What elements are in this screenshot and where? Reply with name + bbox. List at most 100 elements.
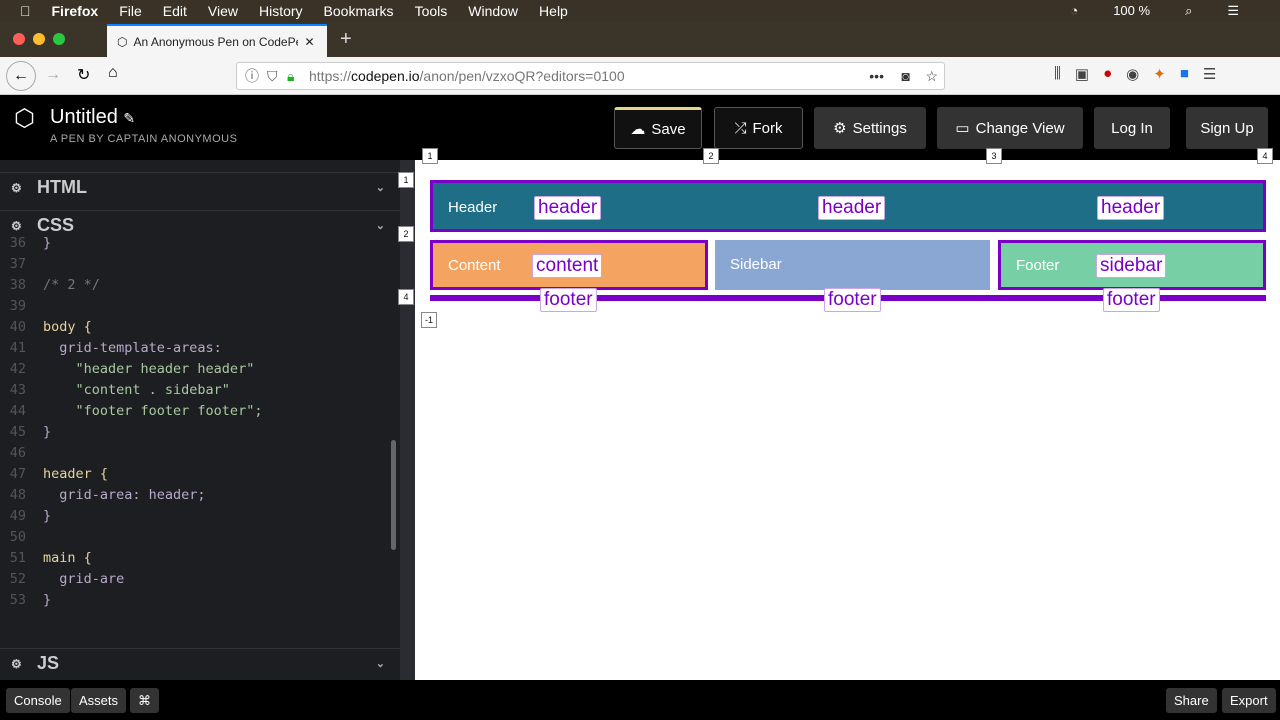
search-icon[interactable]: ⌕ [1185, 3, 1192, 19]
chevron-down-icon[interactable]: ⌄ [376, 657, 385, 670]
sidebar-icon[interactable]: ▣ [1075, 65, 1089, 83]
browser-tab[interactable]: ⬡ An Anonymous Pen on CodePen ✕ [107, 24, 327, 57]
menu-file[interactable]: File [119, 3, 142, 19]
shield-icon[interactable]: ⛉ [267, 68, 278, 85]
gear-icon[interactable]: ⚙ [11, 181, 22, 195]
grid-line-number: 3 [986, 148, 1002, 164]
code-text: main { [43, 550, 92, 566]
html-pane-header[interactable]: ⚙ HTML ⌄ [0, 172, 400, 202]
code-line[interactable]: 46 [0, 443, 400, 464]
menu-tools[interactable]: Tools [415, 3, 448, 19]
extension-icon[interactable]: ● [1103, 65, 1112, 83]
line-number: 41 [9, 340, 26, 356]
star-icon[interactable]: ☆ [925, 68, 938, 85]
console-button[interactable]: Console [6, 688, 70, 713]
code-line[interactable]: 44 "footer footer footer"; [0, 401, 400, 422]
save-button[interactable]: ☁ Save [614, 107, 702, 149]
code-line[interactable]: 40 body { [0, 317, 400, 338]
menu-app[interactable]: Firefox [52, 3, 99, 19]
view-icon: ▭ [955, 120, 970, 137]
export-button[interactable]: Export [1222, 688, 1276, 713]
menu-window[interactable]: Window [468, 3, 518, 19]
gear-icon[interactable]: ⚙ [11, 219, 22, 233]
code-text: "footer footer footer"; [43, 403, 263, 419]
code-line[interactable]: 49} [0, 506, 400, 527]
code-line[interactable]: 51 main { [0, 548, 400, 569]
pencil-icon[interactable]: ✎ [123, 110, 135, 126]
hamburger-menu-icon[interactable]: ☰ [1203, 65, 1216, 83]
signup-button[interactable]: Sign Up [1186, 107, 1268, 149]
code-line[interactable]: 42 "header header header" [0, 359, 400, 380]
close-tab-icon[interactable]: ✕ [304, 35, 314, 49]
line-number: 42 [9, 361, 26, 377]
battery-text[interactable]: 100 % [1113, 3, 1150, 19]
line-number: 52 [9, 571, 26, 587]
back-button[interactable]: ← [6, 61, 36, 91]
minimize-window-button[interactable] [33, 33, 45, 45]
apple-icon[interactable]:  [20, 3, 31, 19]
info-icon[interactable]: ⓘ [245, 66, 259, 86]
close-window-button[interactable] [13, 33, 25, 45]
area-label: footer [824, 288, 881, 312]
tab-title: An Anonymous Pen on CodePen [133, 34, 299, 49]
code-line[interactable]: 50 [0, 527, 400, 548]
editor-scrollbar[interactable] [391, 440, 396, 550]
codepen-logo-icon[interactable]: ⬡ [14, 104, 35, 133]
menu-history[interactable]: History [259, 3, 303, 19]
home-button[interactable]: ⌂ [108, 64, 118, 82]
menu-help[interactable]: Help [539, 3, 568, 19]
wifi-icon[interactable]: ◔ [1070, 3, 1078, 19]
code-line[interactable]: 37 [0, 254, 400, 275]
grid-line-number: 2 [398, 226, 414, 242]
code-line[interactable]: 43 "content . sidebar" [0, 380, 400, 401]
reload-button[interactable]: ↻ [77, 65, 90, 85]
menu-bookmarks[interactable]: Bookmarks [324, 3, 394, 19]
js-pane-header[interactable]: ⚙ JS ⌄ [0, 648, 400, 678]
list-icon[interactable]: ☰ [1227, 3, 1239, 19]
area-label: content [532, 254, 603, 278]
shortcuts-button[interactable]: ⌘ [130, 688, 159, 713]
menu-view[interactable]: View [208, 3, 238, 19]
settings-button[interactable]: ⚙ Settings [814, 107, 926, 149]
chevron-down-icon[interactable]: ⌄ [376, 181, 385, 194]
change-view-button[interactable]: ▭ Change View [937, 107, 1083, 149]
grid-line-number: 4 [1257, 148, 1273, 164]
code-line[interactable]: 39 [0, 296, 400, 317]
extension-icon[interactable]: ■ [1180, 65, 1189, 83]
bottom-bar [0, 680, 1280, 720]
zoom-window-button[interactable] [53, 33, 65, 45]
line-number: 38 [9, 277, 26, 293]
line-number: 37 [9, 256, 26, 272]
extension-icon[interactable]: ✦ [1153, 65, 1166, 83]
fork-button[interactable]: ⤮ Fork [714, 107, 803, 149]
url-bar[interactable]: ⓘ ⛉ 🔒︎ https://codepen.io/anon/pen/vzxoQ… [236, 62, 945, 90]
login-button[interactable]: Log In [1094, 107, 1170, 149]
code-line[interactable]: 45} [0, 422, 400, 443]
code-line[interactable]: 36} [0, 233, 400, 254]
pen-title[interactable]: Untitled ✎ [50, 106, 135, 129]
code-text: } [43, 235, 52, 251]
chevron-down-icon[interactable]: ⌄ [376, 219, 385, 232]
code-line[interactable]: 41 grid-template-areas: [0, 338, 400, 359]
grid-line-number: 2 [703, 148, 719, 164]
extension-icon[interactable]: ◉ [1126, 65, 1139, 83]
codepen-favicon-icon: ⬡ [117, 34, 128, 49]
area-label: header [1097, 196, 1165, 220]
grid-line-number: 4 [398, 289, 414, 305]
library-icon[interactable]: ⫼ [1054, 65, 1061, 83]
code-line[interactable]: 47 header { [0, 464, 400, 485]
code-line[interactable]: 38 /* 2 */ [0, 275, 400, 296]
line-number: 45 [9, 424, 26, 440]
pocket-icon[interactable]: ◙ [902, 68, 910, 84]
assets-button[interactable]: Assets [71, 688, 127, 713]
share-button[interactable]: Share [1166, 688, 1217, 713]
code-line[interactable]: 48 grid-area: header; [0, 485, 400, 506]
gear-icon[interactable]: ⚙ [11, 657, 22, 671]
forward-button[interactable]: → [45, 66, 61, 84]
menu-edit[interactable]: Edit [163, 3, 187, 19]
new-tab-button[interactable]: + [340, 28, 352, 51]
code-line[interactable]: 53} [0, 590, 400, 611]
more-icon[interactable]: ••• [869, 68, 884, 84]
code-line[interactable]: 52 grid-are [0, 569, 400, 590]
line-number: 43 [9, 382, 26, 398]
